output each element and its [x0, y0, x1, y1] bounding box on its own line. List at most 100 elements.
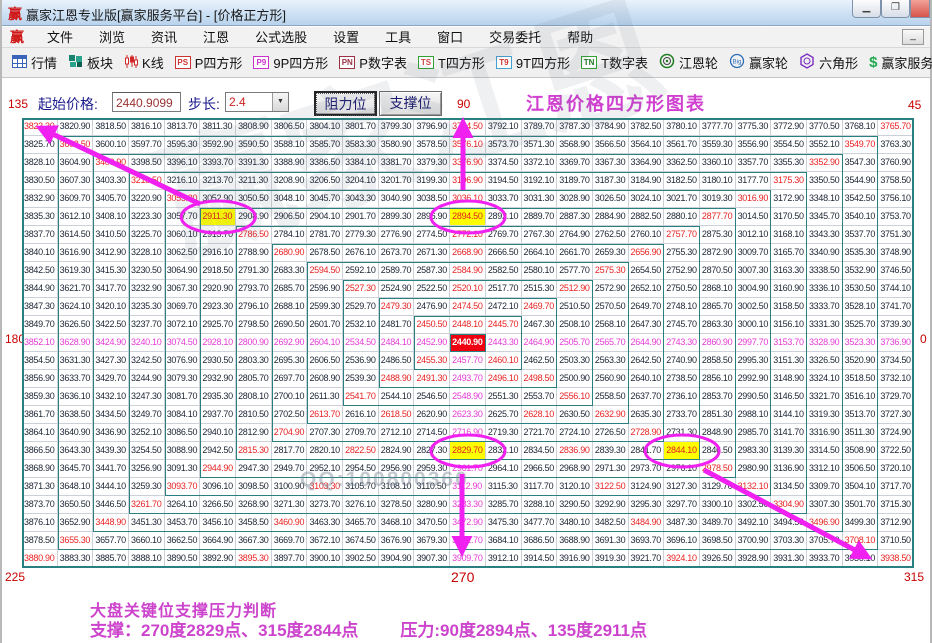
- grid-cell[interactable]: 2772.10: [450, 226, 486, 244]
- grid-cell[interactable]: 2901.70: [343, 208, 379, 226]
- grid-cell[interactable]: 3134.50: [771, 478, 807, 496]
- grid-cell[interactable]: 3192.10: [521, 172, 558, 190]
- grid-cell[interactable]: 3156.10: [771, 316, 807, 334]
- grid-cell[interactable]: 3734.50: [878, 352, 914, 370]
- grid-cell[interactable]: 3290.50: [557, 496, 593, 514]
- grid-cell[interactable]: 3556.90: [735, 136, 772, 154]
- grid-cell[interactable]: 2656.90: [628, 244, 665, 262]
- grid-cell[interactable]: 2812.90: [236, 424, 272, 442]
- toolbar-item-market-quotes[interactable]: 行情: [12, 53, 57, 72]
- grid-cell[interactable]: 2714.50: [414, 424, 451, 442]
- grid-cell[interactable]: 3674.50: [343, 532, 379, 550]
- grid-cell[interactable]: 3014.50: [735, 208, 772, 226]
- toolbar-item-t-square[interactable]: TS T四方形: [417, 53, 485, 72]
- grid-cell[interactable]: 3542.50: [842, 190, 879, 208]
- grid-cell[interactable]: 3604.90: [57, 154, 94, 172]
- grid-cell[interactable]: 2786.50: [236, 226, 272, 244]
- grid-cell[interactable]: 2589.70: [378, 262, 415, 280]
- grid-cell[interactable]: 3616.90: [57, 244, 94, 262]
- grid-cell[interactable]: 3729.70: [878, 388, 914, 406]
- grid-cell[interactable]: 3415.30: [93, 262, 130, 280]
- grid-cell[interactable]: 3878.50: [22, 532, 58, 550]
- grid-cell[interactable]: 3026.50: [592, 190, 629, 208]
- grid-cell[interactable]: 3208.90: [271, 172, 308, 190]
- grid-cell[interactable]: 3309.70: [806, 478, 843, 496]
- grid-cell[interactable]: 2491.30: [414, 370, 451, 388]
- grid-cell[interactable]: 3086.50: [164, 424, 201, 442]
- grid-cell[interactable]: 3470.50: [414, 514, 451, 532]
- grid-cell[interactable]: 2534.50: [343, 334, 379, 352]
- grid-cell[interactable]: 3367.30: [592, 154, 629, 172]
- grid-cell[interactable]: 2882.50: [628, 208, 665, 226]
- grid-cell[interactable]: 3782.50: [628, 118, 665, 136]
- grid-cell[interactable]: 3105.70: [343, 478, 379, 496]
- grid-cell[interactable]: 3504.10: [842, 478, 879, 496]
- grid-cell[interactable]: 2906.50: [271, 208, 308, 226]
- grid-cell[interactable]: 2568.10: [592, 316, 629, 334]
- grid-cell[interactable]: 2851.30: [699, 406, 736, 424]
- grid-cell[interactable]: 3048.10: [271, 190, 308, 208]
- grid-cell[interactable]: 3180.10: [699, 172, 736, 190]
- grid-cell[interactable]: 3163.30: [771, 262, 807, 280]
- grid-cell[interactable]: 3278.50: [378, 496, 415, 514]
- grid-cell[interactable]: 2767.30: [521, 226, 558, 244]
- grid-cell[interactable]: 3247.30: [129, 388, 165, 406]
- grid-cell[interactable]: 2853.70: [699, 388, 736, 406]
- close-button[interactable]: [910, 0, 930, 18]
- grid-cell[interactable]: 3268.90: [236, 496, 272, 514]
- grid-cell[interactable]: 3566.50: [592, 136, 629, 154]
- grid-cell[interactable]: 3792.10: [485, 118, 522, 136]
- grid-cell[interactable]: 3854.50: [22, 352, 58, 370]
- grid-cell[interactable]: 3756.10: [878, 190, 914, 208]
- grid-cell[interactable]: 3206.50: [307, 172, 344, 190]
- grid-cell[interactable]: 2558.50: [592, 388, 629, 406]
- grid-cell[interactable]: 2697.70: [271, 370, 308, 388]
- grid-cell[interactable]: 3806.50: [271, 118, 308, 136]
- grid-cell[interactable]: 3640.90: [57, 424, 94, 442]
- grid-cell[interactable]: 2618.50: [378, 406, 415, 424]
- grid-cell[interactable]: 3475.30: [485, 514, 522, 532]
- grid-cell[interactable]: 3880.90: [22, 550, 58, 568]
- grid-cell[interactable]: 2551.30: [485, 388, 522, 406]
- grid-cell[interactable]: 3340.90: [806, 244, 843, 262]
- grid-cell[interactable]: 3816.10: [129, 118, 165, 136]
- grid-cell[interactable]: 3732.10: [878, 370, 914, 388]
- grid-cell[interactable]: 3312.10: [806, 460, 843, 478]
- grid-cell[interactable]: 3801.70: [343, 118, 379, 136]
- grid-cell[interactable]: 2983.30: [735, 442, 772, 460]
- grid-cell[interactable]: 3643.30: [57, 442, 94, 460]
- grid-cell[interactable]: 3751.30: [878, 226, 914, 244]
- grid-cell[interactable]: 2743.30: [664, 334, 700, 352]
- grid-cell[interactable]: 3820.90: [57, 118, 94, 136]
- menu-item-formula-stock-pick[interactable]: 公式选股: [242, 28, 320, 47]
- grid-cell[interactable]: 2680.90: [271, 244, 308, 262]
- grid-cell[interactable]: 3808.90: [236, 118, 272, 136]
- grid-cell[interactable]: 2738.50: [664, 370, 700, 388]
- grid-cell[interactable]: 2594.50: [307, 262, 344, 280]
- grid-cell[interactable]: 2690.50: [271, 316, 308, 334]
- grid-cell[interactable]: 3379.30: [414, 154, 451, 172]
- grid-cell[interactable]: 2728.90: [628, 424, 665, 442]
- grid-cell[interactable]: 3938.50: [878, 550, 914, 568]
- grid-cell[interactable]: 3909.70: [450, 550, 486, 568]
- grid-cell[interactable]: 2896.90: [414, 208, 451, 226]
- grid-cell[interactable]: 2659.30: [592, 244, 629, 262]
- grid-cell[interactable]: 3074.50: [164, 334, 201, 352]
- grid-cell[interactable]: 3919.30: [592, 550, 629, 568]
- toolbar-item-9p-square[interactable]: P9 9P四方形: [253, 53, 328, 72]
- grid-cell[interactable]: 2757.70: [664, 226, 700, 244]
- menu-item-settings[interactable]: 设置: [320, 28, 372, 47]
- grid-cell[interactable]: 3631.30: [57, 352, 94, 370]
- grid-cell[interactable]: 3696.10: [664, 532, 700, 550]
- grid-cell[interactable]: 2944.90: [200, 460, 237, 478]
- grid-cell[interactable]: 2702.50: [271, 406, 308, 424]
- start-price-input[interactable]: [112, 92, 181, 112]
- grid-cell[interactable]: 3091.30: [164, 460, 201, 478]
- grid-cell[interactable]: 2954.50: [343, 460, 379, 478]
- grid-cell[interactable]: 2947.30: [236, 460, 272, 478]
- grid-cell[interactable]: 2860.90: [699, 334, 736, 352]
- grid-cell[interactable]: 3283.30: [450, 496, 486, 514]
- grid-cell[interactable]: 3784.90: [592, 118, 629, 136]
- grid-cell[interactable]: 2721.70: [521, 424, 558, 442]
- grid-cell[interactable]: 3199.30: [414, 172, 451, 190]
